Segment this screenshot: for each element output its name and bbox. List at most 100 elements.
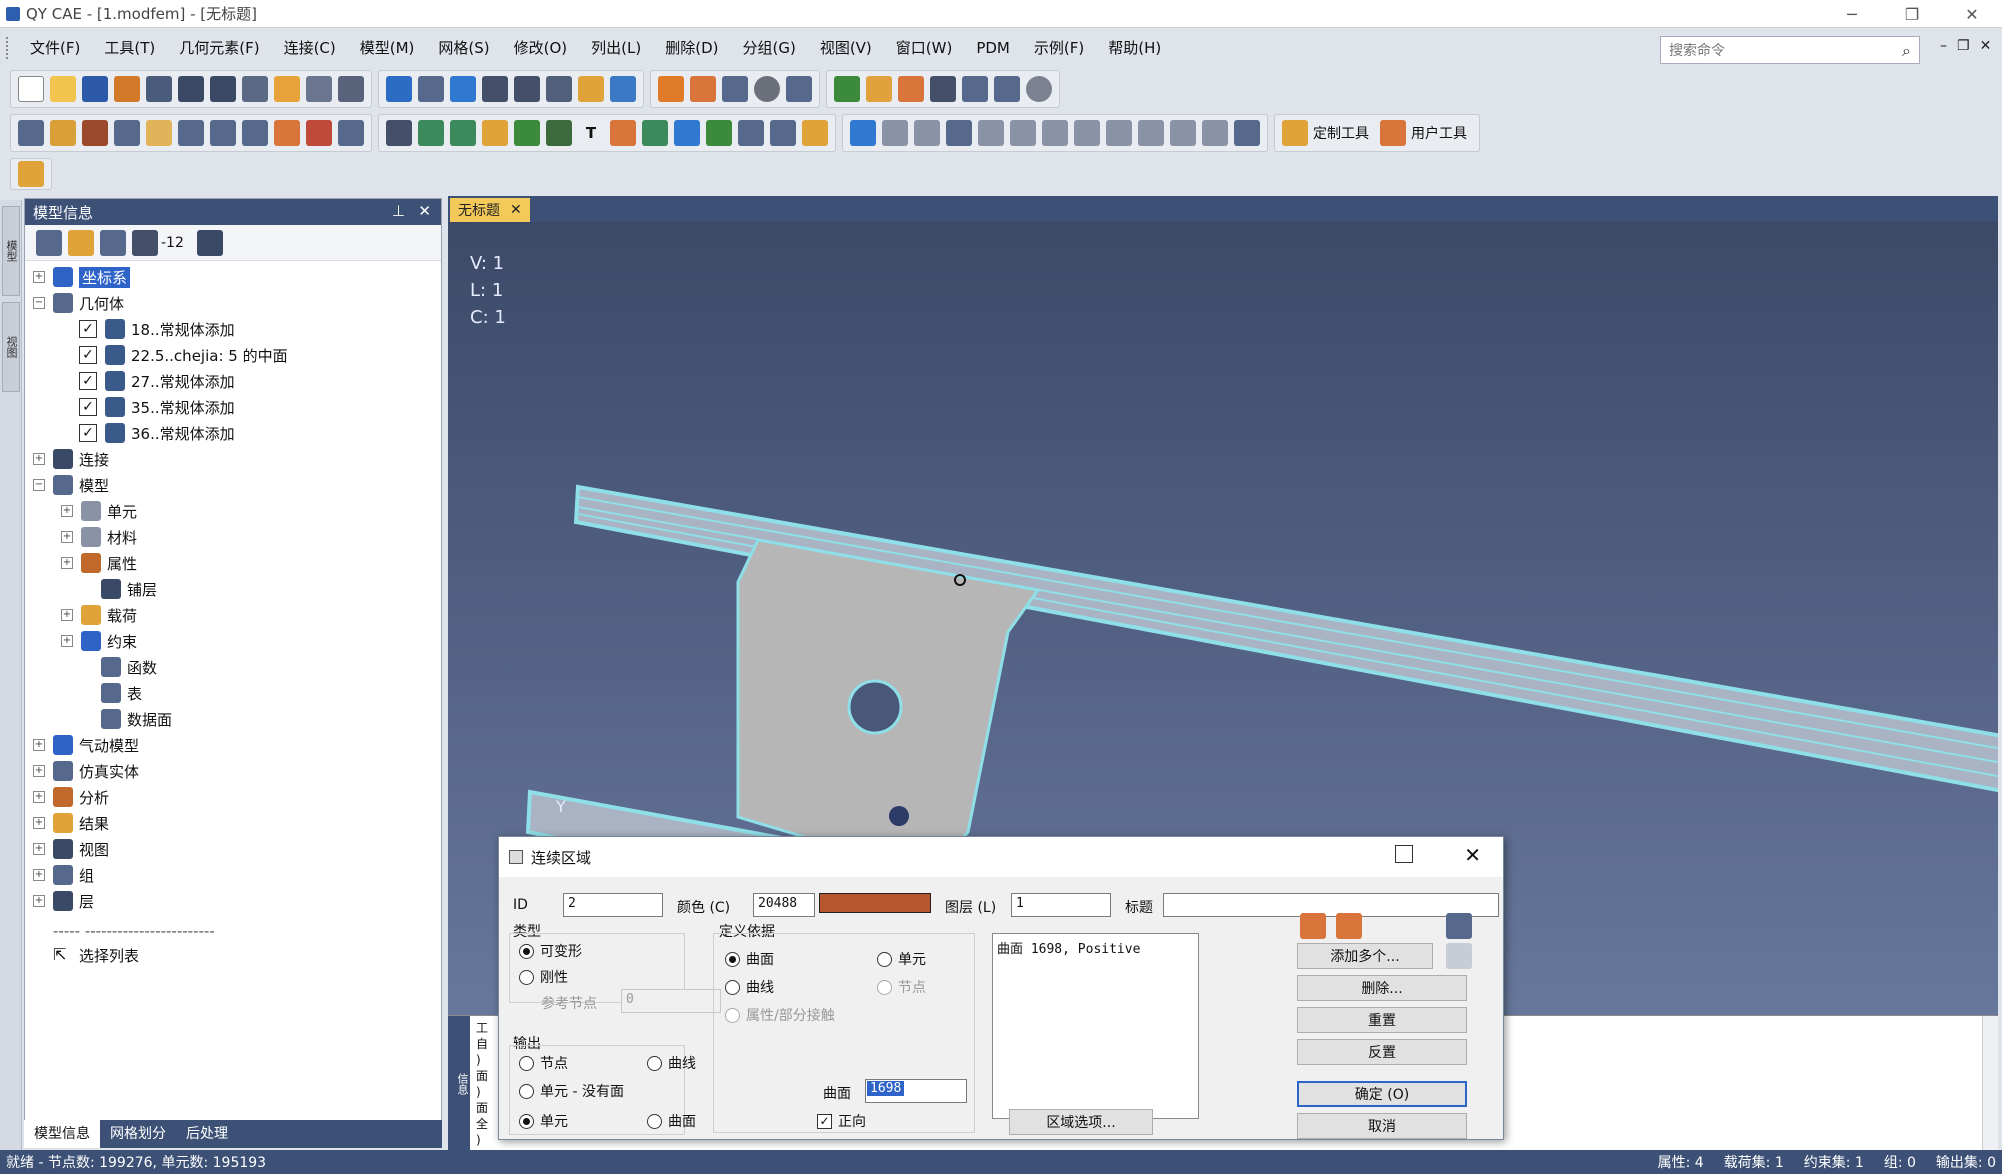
tab-meshing[interactable]: 网格划分 <box>100 1120 176 1148</box>
messages-icon[interactable] <box>242 76 268 102</box>
tree-node-connections[interactable]: + 连接 <box>33 447 109 471</box>
list-icon[interactable] <box>482 76 508 102</box>
menu-model[interactable]: 模型(M) <box>348 30 427 66</box>
def-surface-radio[interactable]: 曲面 <box>725 949 774 969</box>
id-field[interactable]: 2 <box>563 893 663 917</box>
reverse-button[interactable]: 反置 <box>1297 1039 1467 1065</box>
spline-icon[interactable] <box>514 120 540 146</box>
menu-help[interactable]: 帮助(H) <box>1096 30 1173 66</box>
expand-icon[interactable]: + <box>61 609 73 621</box>
custom-tools-label[interactable]: 定制工具 <box>1313 123 1369 143</box>
mesh6-icon[interactable] <box>1010 120 1036 146</box>
new-file-icon[interactable] <box>18 76 44 102</box>
geom7-icon[interactable] <box>706 120 732 146</box>
mesh7-icon[interactable] <box>1042 120 1068 146</box>
user-tools-label[interactable]: 用户工具 <box>1411 123 1467 143</box>
custom-tools-icon[interactable] <box>1282 120 1308 146</box>
model-item[interactable]: 铺层 <box>81 577 157 601</box>
select-circle-icon[interactable] <box>658 76 684 102</box>
expand-icon[interactable]: + <box>33 843 45 855</box>
mesh12-icon[interactable] <box>1202 120 1228 146</box>
pencil-icon[interactable] <box>866 76 892 102</box>
color-field[interactable]: 20488 <box>753 893 815 917</box>
menu-window[interactable]: 窗口(W) <box>884 30 965 66</box>
cube-icon[interactable] <box>546 76 572 102</box>
visibility-checkbox[interactable]: ✓ <box>79 346 97 364</box>
radio-dot[interactable] <box>519 1055 534 1071</box>
delete-button[interactable]: 删除... <box>1297 975 1467 1001</box>
geom2-icon[interactable] <box>418 120 444 146</box>
surface-field[interactable]: 1698 <box>865 1079 967 1103</box>
close-button[interactable]: ✕ <box>1942 0 2002 28</box>
radio-dot[interactable] <box>725 1007 740 1023</box>
chart-icon[interactable] <box>114 120 140 146</box>
frame-icon[interactable] <box>994 76 1020 102</box>
document-tab-close-icon[interactable]: ✕ <box>510 202 522 218</box>
sheet-icon[interactable] <box>210 120 236 146</box>
entity3-icon[interactable] <box>82 120 108 146</box>
pin-icon[interactable]: ⊥ <box>392 202 405 220</box>
expand-icon[interactable]: + <box>61 635 73 647</box>
tab-model-info[interactable]: 模型信息 <box>24 1120 100 1148</box>
tree-node-results[interactable]: + 结果 <box>33 811 109 835</box>
tree-folder-icon[interactable] <box>68 229 94 256</box>
def-curve-radio[interactable]: 曲线 <box>725 977 774 997</box>
mesh4-icon[interactable] <box>946 120 972 146</box>
export2-icon[interactable] <box>210 76 236 102</box>
mesh1-icon[interactable] <box>850 120 876 146</box>
expand-icon[interactable]: + <box>33 817 45 829</box>
entity2-icon[interactable] <box>50 120 76 146</box>
rebuild-icon[interactable] <box>306 76 332 102</box>
menu-tools[interactable]: 工具(T) <box>92 30 167 66</box>
expand-icon[interactable]: + <box>33 869 45 881</box>
surface-icon[interactable] <box>546 120 572 146</box>
color-swatch[interactable] <box>819 893 931 913</box>
visibility-checkbox[interactable]: ✓ <box>79 372 97 390</box>
geo-item[interactable]: ✓ 18..常规体添加 <box>79 317 235 341</box>
geom10-icon[interactable] <box>802 120 828 146</box>
region-options-button[interactable]: 区域选项... <box>1009 1109 1153 1135</box>
radio-dot[interactable] <box>519 969 534 985</box>
radio-dot[interactable] <box>725 951 740 967</box>
menu-group[interactable]: 分组(G) <box>730 30 807 66</box>
box-select-icon[interactable] <box>722 76 748 102</box>
misc-icon[interactable] <box>18 161 44 187</box>
tree-node-analysis[interactable]: + 分析 <box>33 785 109 809</box>
menu-example[interactable]: 示例(F) <box>1022 30 1096 66</box>
collapse-icon[interactable]: − <box>33 297 45 309</box>
menu-grip[interactable] <box>6 37 10 59</box>
mesh9-icon[interactable] <box>1106 120 1132 146</box>
menu-geometry[interactable]: 几何元素(F) <box>167 30 271 66</box>
model-item[interactable]: 函数 <box>81 655 157 679</box>
reset-button[interactable]: 重置 <box>1297 1007 1467 1033</box>
model-item[interactable]: 表 <box>81 681 142 705</box>
geom9-icon[interactable] <box>770 120 796 146</box>
collapse-icon[interactable]: − <box>33 479 45 491</box>
expand-icon[interactable]: + <box>33 791 45 803</box>
menu-list[interactable]: 列出(L) <box>579 30 653 66</box>
def-node-radio[interactable]: 节点 <box>877 977 926 997</box>
geom4-icon[interactable] <box>482 120 508 146</box>
tree-filter-icon[interactable] <box>100 229 126 256</box>
radio-dot[interactable] <box>647 1113 662 1129</box>
database-icon[interactable] <box>930 76 956 102</box>
checkbox-box[interactable]: ✓ <box>817 1113 832 1129</box>
radio-dot[interactable] <box>519 1113 534 1129</box>
ref-node-field[interactable]: 0 <box>621 989 721 1013</box>
ruler-icon[interactable] <box>578 76 604 102</box>
tab-postprocess[interactable]: 后处理 <box>176 1120 238 1148</box>
expand-icon[interactable]: + <box>33 271 45 283</box>
link-icon[interactable] <box>114 76 140 102</box>
user-tools-icon[interactable] <box>1380 120 1406 146</box>
expand-icon[interactable]: + <box>33 453 45 465</box>
tree-node-aero[interactable]: + 气动模型 <box>33 733 139 757</box>
import-icon[interactable] <box>146 76 172 102</box>
save-icon[interactable] <box>82 76 108 102</box>
geo-item[interactable]: ✓ 36..常规体添加 <box>79 421 235 445</box>
radio-dot[interactable] <box>877 951 892 967</box>
target-icon[interactable] <box>610 76 636 102</box>
mesh2-icon[interactable] <box>882 120 908 146</box>
geom6-icon[interactable] <box>674 120 700 146</box>
tree-layer-icon[interactable] <box>132 229 158 256</box>
rotate-icon[interactable] <box>386 76 412 102</box>
